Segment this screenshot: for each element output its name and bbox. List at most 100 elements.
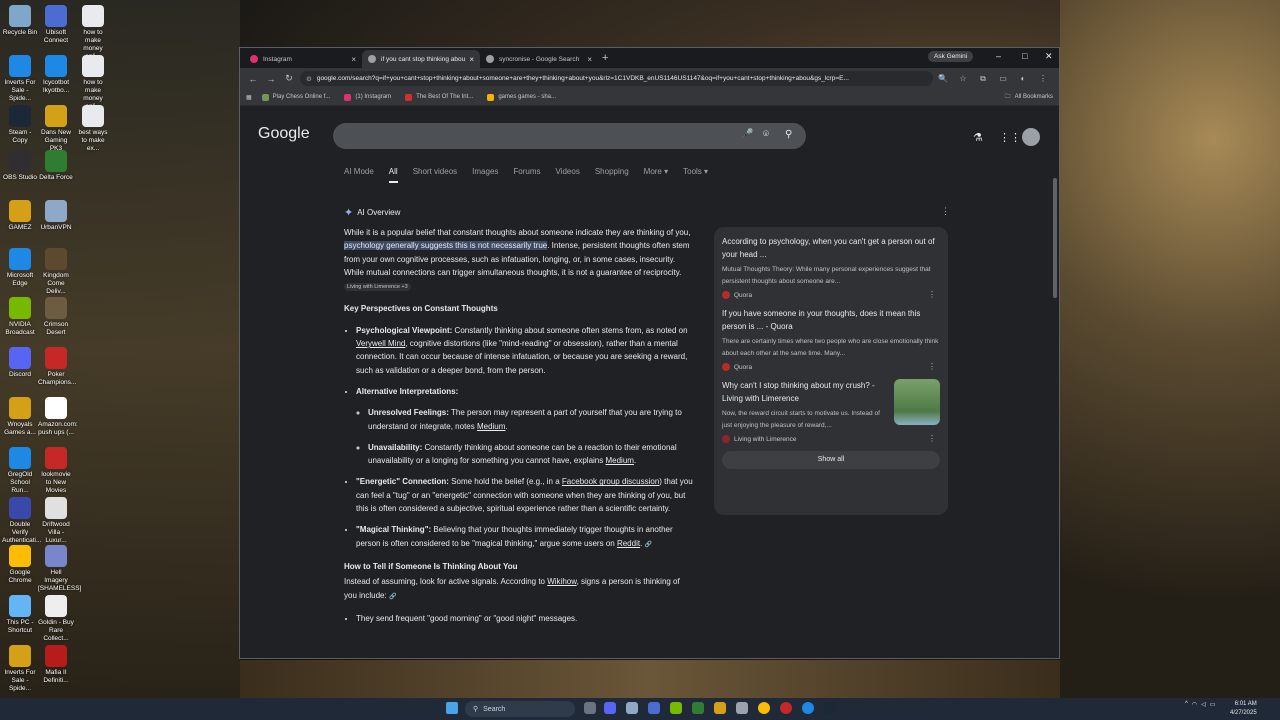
close-window-icon[interactable]: ✕ — [1045, 51, 1053, 62]
windows-start-icon[interactable] — [446, 702, 458, 714]
ask-gemini-button[interactable]: Ask Gemini — [928, 51, 974, 62]
vpn-icon[interactable] — [626, 702, 638, 714]
source-title[interactable]: If you have someone in your thoughts, do… — [722, 307, 940, 333]
source-thumbnail[interactable] — [894, 379, 940, 425]
link-icon[interactable]: 🔗 — [645, 542, 652, 548]
desktop-shortcut[interactable]: Ubisoft Connect — [38, 5, 74, 45]
desktop-shortcut[interactable]: Discord — [2, 347, 38, 379]
source-chip[interactable]: Living with Limerence +3 — [344, 283, 411, 292]
app-icon[interactable] — [692, 702, 704, 714]
app-icon[interactable] — [736, 702, 748, 714]
tab-images[interactable]: Images — [472, 167, 498, 183]
desktop-shortcut[interactable]: Delta Force — [38, 150, 74, 182]
bookmark-best-of-int[interactable]: The Best Of The Int... — [405, 93, 473, 101]
bookmark-games[interactable]: games games - sha... — [487, 93, 556, 101]
edge-icon[interactable] — [802, 702, 814, 714]
new-tab-button[interactable]: + — [602, 52, 608, 64]
close-tab-icon[interactable]: × — [351, 55, 356, 64]
chevron-up-icon[interactable]: ^ — [1185, 701, 1188, 708]
system-tray[interactable]: ^ ◠ ◁ ▭ — [1185, 701, 1215, 708]
speaker-icon[interactable]: ◁ — [1201, 701, 1206, 708]
source-link[interactable]: Medium — [477, 422, 505, 431]
bookmark-instagram[interactable]: (1) Instagram — [344, 93, 391, 101]
zoom-icon[interactable]: 🔍 — [933, 74, 953, 83]
tab-syncronise[interactable]: syncronise - Google Search × — [480, 50, 598, 68]
source-card[interactable]: If you have someone in your thoughts, do… — [722, 307, 940, 371]
desktop-shortcut[interactable]: UrbanVPN — [38, 200, 74, 232]
apps-grid-icon[interactable]: ⋮⋮ — [999, 131, 1021, 144]
clock[interactable]: 6:01 AM 4/27/2025 — [1230, 700, 1257, 718]
tab-videos[interactable]: Videos — [556, 167, 580, 183]
search-input[interactable]: 🎤 ⌾ ⚲ — [333, 123, 806, 149]
more-options-icon[interactable]: ⋮ — [928, 362, 936, 371]
mic-icon[interactable]: 🎤 — [741, 129, 753, 140]
more-options-icon[interactable]: ⋮ — [928, 290, 936, 299]
app-icon[interactable] — [648, 702, 660, 714]
tab-shopping[interactable]: Shopping — [595, 167, 629, 183]
desktop-shortcut[interactable]: This PC - Shortcut — [2, 595, 38, 635]
sidebar-icon[interactable]: ▭ — [993, 74, 1013, 83]
source-link[interactable]: Reddit — [617, 539, 640, 548]
profile-icon[interactable]: ◐ — [1013, 74, 1033, 83]
tab-more[interactable]: More ▾ — [644, 167, 668, 183]
desktop-shortcut[interactable]: Icycotbot Ikyotbo... — [38, 55, 74, 95]
source-link[interactable]: Wikihow — [547, 577, 576, 586]
desktop-shortcut[interactable]: Microsoft Edge — [2, 248, 38, 288]
all-bookmarks[interactable]: 🗀 All Bookmarks — [1005, 92, 1053, 102]
link-icon[interactable]: 🔗 — [389, 594, 396, 600]
desktop-shortcut[interactable]: OBS Studio — [2, 150, 38, 182]
minimize-icon[interactable]: – — [996, 51, 1001, 61]
desktop-shortcut[interactable]: Steam - Copy — [2, 105, 38, 145]
site-info-icon[interactable]: ⚙ — [306, 75, 312, 83]
page-scrollbar[interactable] — [1051, 106, 1059, 658]
desktop-shortcut[interactable]: Mafia II Definiti... — [38, 645, 74, 685]
task-view-icon[interactable] — [584, 702, 596, 714]
battery-icon[interactable]: ▭ — [1210, 701, 1216, 708]
tab-ai-mode[interactable]: AI Mode — [344, 167, 374, 183]
source-link[interactable]: Verywell Mind — [356, 339, 405, 348]
desktop-shortcut[interactable]: GAMEZ — [2, 200, 38, 232]
tab-instagram[interactable]: Instagram × — [244, 50, 362, 68]
desktop-shortcut[interactable]: Driftwood Villa - Luxur... — [38, 497, 74, 545]
scroll-thumb[interactable] — [1053, 178, 1057, 298]
desktop-shortcut[interactable]: Poker Champions... — [38, 347, 76, 387]
apps-grid-icon[interactable]: ▦ — [246, 94, 252, 101]
source-card[interactable]: According to psychology, when you can't … — [722, 235, 940, 299]
desktop-shortcut[interactable]: Double Verify Authenticati... — [2, 497, 41, 545]
desktop-shortcut[interactable]: Hell Imagery [SHAMELESS] — [38, 545, 81, 593]
menu-icon[interactable]: ⋮ — [1033, 74, 1053, 83]
desktop-shortcut[interactable]: NVIDIA Broadcast — [2, 297, 38, 337]
desktop-shortcut[interactable]: Inverts For Sale - Spide... — [2, 645, 38, 693]
show-all-button[interactable]: Show all — [722, 451, 940, 469]
search-icon[interactable]: ⚲ — [785, 129, 792, 140]
desktop-shortcut[interactable]: how to make money onli... — [75, 5, 111, 61]
desktop-shortcut[interactable]: Inverts For Sale - Spide... — [2, 55, 38, 103]
desktop-shortcut[interactable]: Recycle Bin — [2, 5, 38, 37]
labs-flask-icon[interactable]: ⚗ — [973, 131, 983, 144]
bookmark-play-chess[interactable]: Play Chess Online f... — [261, 93, 330, 101]
discord-icon[interactable] — [604, 702, 616, 714]
address-bar[interactable]: ⚙ google.com/search?q=if+you+cant+stop+t… — [300, 71, 933, 86]
desktop-shortcut[interactable]: best ways to make ex... — [75, 105, 111, 153]
more-options-icon[interactable]: ⋮ — [928, 434, 936, 443]
tab-all[interactable]: All — [388, 167, 398, 183]
extensions-icon[interactable]: ⧉ — [973, 74, 993, 84]
desktop-shortcut[interactable]: Goldin - Buy Rare Collect... — [38, 595, 74, 643]
more-options-icon[interactable]: ⋮ — [941, 206, 950, 217]
source-link[interactable]: Medium — [605, 456, 633, 465]
close-tab-icon[interactable]: × — [469, 55, 474, 64]
tab-short-videos[interactable]: Short videos — [413, 167, 457, 183]
nvidia-icon[interactable] — [670, 702, 682, 714]
desktop-shortcut[interactable]: Amazon.com: push ups (... — [38, 397, 78, 437]
desktop-shortcut[interactable]: Google Chrome — [2, 545, 38, 585]
close-tab-icon[interactable]: × — [587, 55, 592, 64]
app-icon[interactable] — [780, 702, 792, 714]
desktop-shortcut[interactable]: GregOld School Run... — [2, 447, 38, 495]
source-title[interactable]: According to psychology, when you can't … — [722, 235, 940, 261]
lens-icon[interactable]: ⌾ — [763, 129, 769, 140]
tab-current-search[interactable]: if you cant stop thinking about × — [362, 50, 480, 68]
source-card[interactable]: Why can't I stop thinking about my crush… — [722, 379, 940, 443]
forward-icon[interactable]: → — [264, 74, 278, 84]
desktop-shortcut[interactable]: Dans New Gaming PK3 — [38, 105, 74, 153]
file-explorer-icon[interactable] — [714, 702, 726, 714]
